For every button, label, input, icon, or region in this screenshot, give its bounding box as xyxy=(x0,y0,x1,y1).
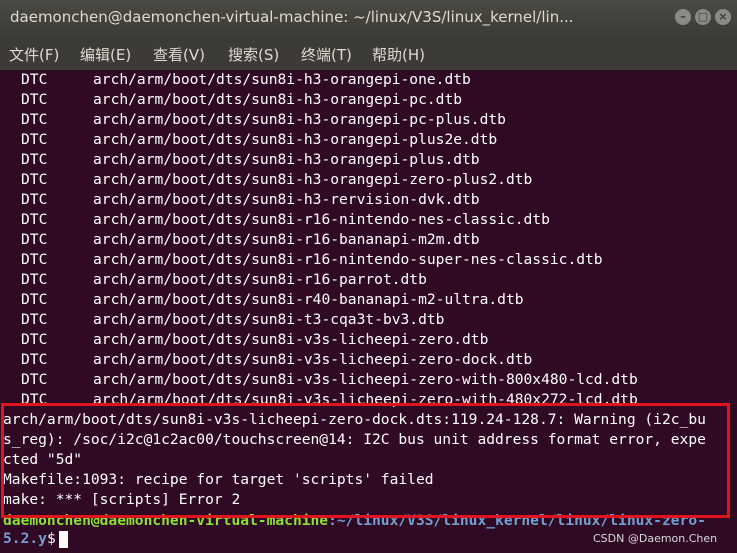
error-highlight-box xyxy=(1,403,730,518)
menu-help[interactable]: 帮助(H) xyxy=(372,44,425,65)
prompt-line-wrap: 5.2.y$ xyxy=(3,529,68,549)
menu-edit[interactable]: 编辑(E) xyxy=(80,44,131,65)
prompt-symbol: $ xyxy=(46,530,56,547)
minimize-icon[interactable]: – xyxy=(675,9,691,25)
title-bar[interactable]: daemonchen@daemonchen-virtual-machine: ~… xyxy=(0,0,737,36)
watermark: CSDN @Daemon.Chen xyxy=(593,532,718,545)
text-cursor xyxy=(58,530,68,548)
menu-bar: 文件(F) 编辑(E) 查看(V) 搜索(S) 终端(T) 帮助(H) xyxy=(0,36,737,70)
menu-terminal[interactable]: 终端(T) xyxy=(301,44,352,65)
terminal-window: daemonchen@daemonchen-virtual-machine: ~… xyxy=(0,0,737,553)
menu-file[interactable]: 文件(F) xyxy=(9,44,59,65)
close-icon[interactable]: × xyxy=(715,9,731,25)
maximize-icon[interactable]: □ xyxy=(695,9,711,25)
menu-view[interactable]: 查看(V) xyxy=(153,44,205,65)
prompt-path-wrap: 5.2.y xyxy=(3,530,47,547)
menu-search[interactable]: 搜索(S) xyxy=(228,44,279,65)
window-title: daemonchen@daemonchen-virtual-machine: ~… xyxy=(10,8,574,26)
